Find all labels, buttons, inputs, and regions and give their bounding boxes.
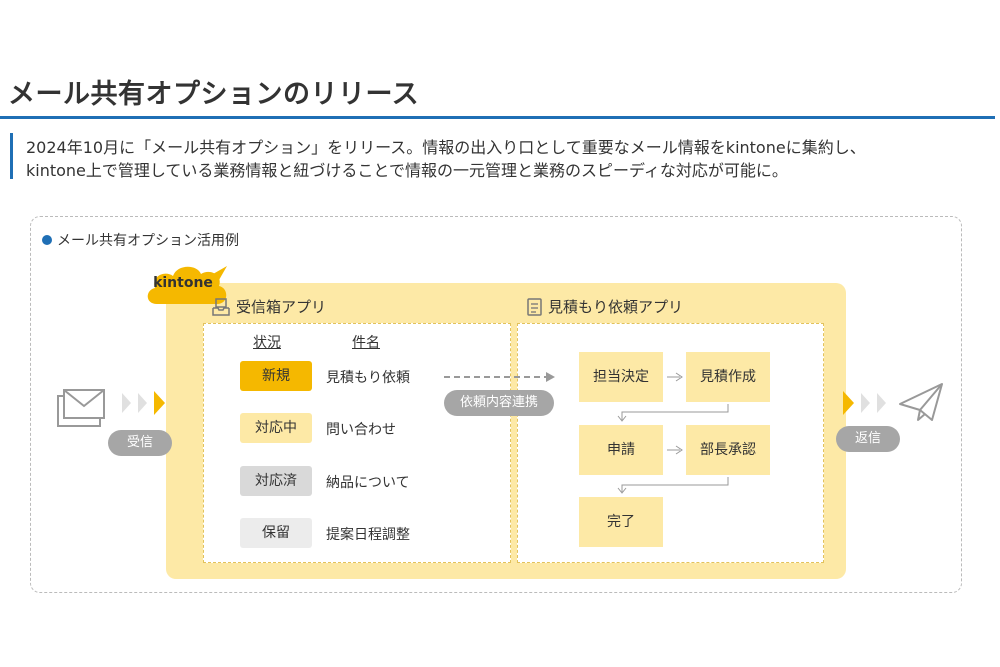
chevron-receive-3 bbox=[154, 391, 165, 415]
request-link-label: 依頼内容連携 bbox=[444, 390, 554, 416]
arrow-create-to-apply bbox=[621, 404, 729, 420]
chevron-reply-1 bbox=[843, 391, 854, 415]
link-arrow-head bbox=[546, 372, 555, 382]
chevron-receive-1 bbox=[122, 393, 131, 413]
workflow-arrows bbox=[122, 372, 886, 494]
reply-label: 返信 bbox=[836, 426, 900, 452]
mail-icon bbox=[57, 389, 105, 427]
chevron-reply-3 bbox=[877, 393, 886, 413]
chevron-reply-2 bbox=[861, 393, 870, 413]
arrow-approval-to-complete bbox=[621, 477, 729, 492]
receive-label: 受信 bbox=[108, 430, 172, 456]
chevron-receive-2 bbox=[138, 393, 147, 413]
paper-plane-icon bbox=[899, 383, 943, 421]
